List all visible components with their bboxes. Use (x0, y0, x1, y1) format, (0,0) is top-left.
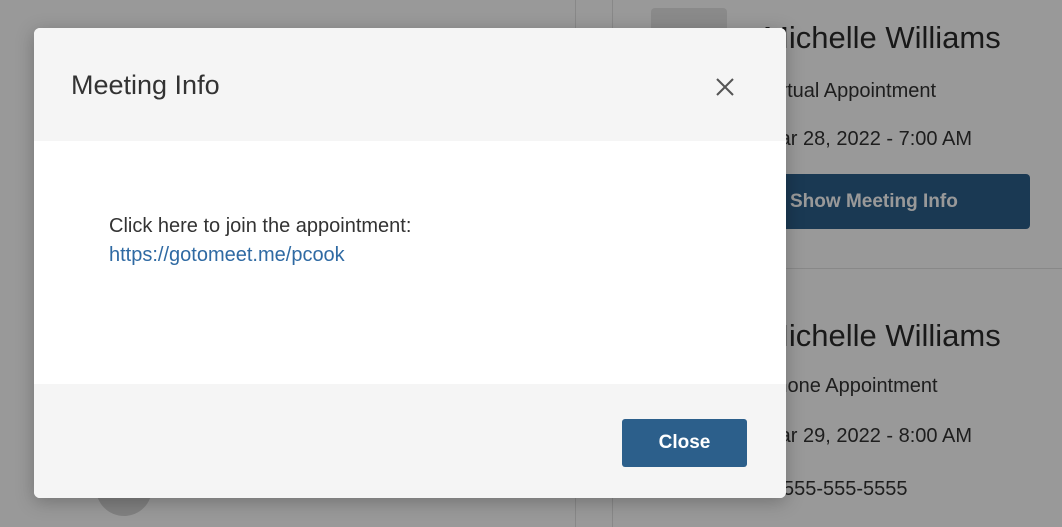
meeting-link[interactable]: https://gotomeet.me/pcook (109, 244, 345, 267)
dialog-header: Meeting Info (34, 28, 786, 141)
close-button[interactable]: Close (622, 419, 747, 467)
dialog-footer: Close (34, 384, 786, 498)
dialog-close-button[interactable] (710, 72, 740, 102)
join-instructions: Click here to join the appointment: (109, 215, 412, 237)
meeting-info-dialog: Meeting Info Click here to join the appo… (34, 28, 786, 498)
dialog-title: Meeting Info (71, 70, 220, 100)
dialog-body: Click here to join the appointment: http… (34, 141, 786, 384)
close-icon (716, 78, 734, 96)
